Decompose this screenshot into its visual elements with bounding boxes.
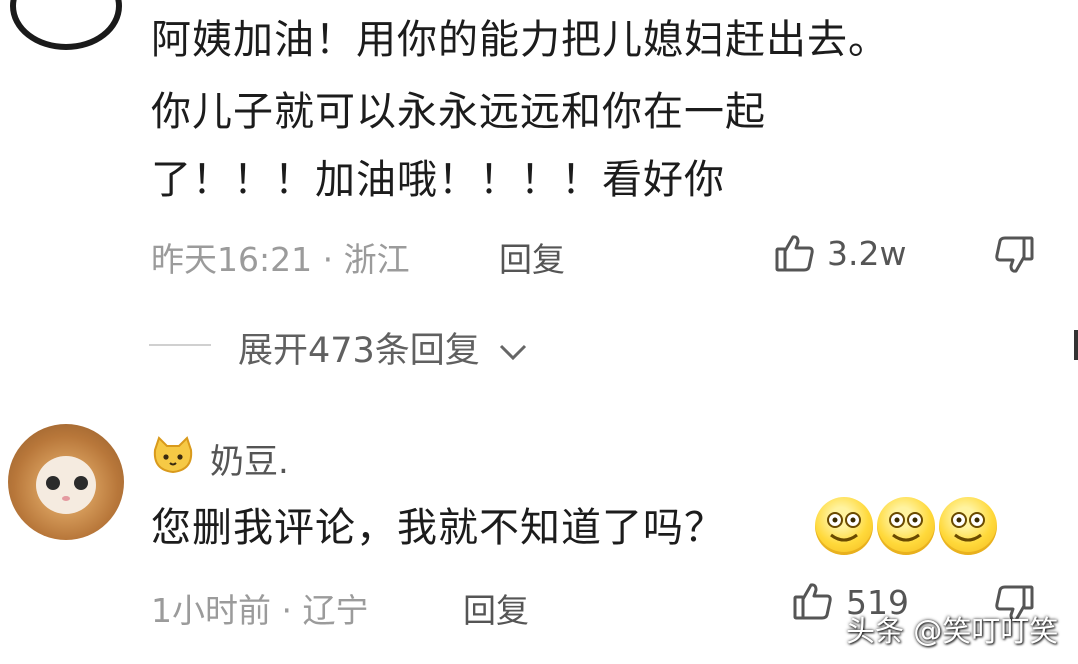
comment-meta: 1小时前 · 辽宁 bbox=[151, 591, 369, 630]
thumbs-up-icon[interactable] bbox=[792, 580, 834, 622]
thumbs-up-icon[interactable] bbox=[774, 232, 816, 274]
username[interactable]: 奶豆. bbox=[210, 434, 289, 483]
smiley-emoji-icon bbox=[939, 497, 997, 555]
scroll-indicator bbox=[1074, 330, 1078, 360]
nose-mark bbox=[62, 496, 70, 501]
comment-text-line: 你儿子就可以永永远远和你在一起 bbox=[151, 89, 766, 135]
smiley-emoji-icon bbox=[815, 497, 873, 555]
expand-replies-link[interactable]: 展开473条回复 bbox=[238, 322, 529, 373]
watermark: 头条 @笑叮叮笑 bbox=[846, 614, 1059, 648]
comment-text-line: 阿姨加油！用你的能力把儿媳妇赶出去。 bbox=[151, 17, 889, 63]
eye-mark bbox=[46, 476, 60, 490]
comment-text-line: 了！！！加油哦！！！！看好你 bbox=[151, 157, 725, 203]
like-count: 3.2w bbox=[827, 234, 907, 273]
cat-icon bbox=[151, 436, 195, 476]
reply-button[interactable]: 回复 bbox=[499, 233, 565, 281]
smiley-emoji-icon bbox=[877, 497, 935, 555]
eye-mark bbox=[74, 476, 88, 490]
expand-replies-label: 展开473条回复 bbox=[238, 331, 480, 371]
avatar[interactable] bbox=[10, 0, 122, 50]
reply-button[interactable]: 回复 bbox=[463, 584, 529, 632]
divider bbox=[149, 344, 211, 346]
avatar[interactable] bbox=[8, 424, 124, 540]
comment-text: 您删我评论，我就不知道了吗？ bbox=[151, 505, 725, 551]
comment-meta: 昨天16:21 · 浙江 bbox=[151, 240, 410, 279]
thumbs-down-icon[interactable] bbox=[993, 234, 1035, 276]
chevron-down-icon bbox=[497, 332, 529, 372]
